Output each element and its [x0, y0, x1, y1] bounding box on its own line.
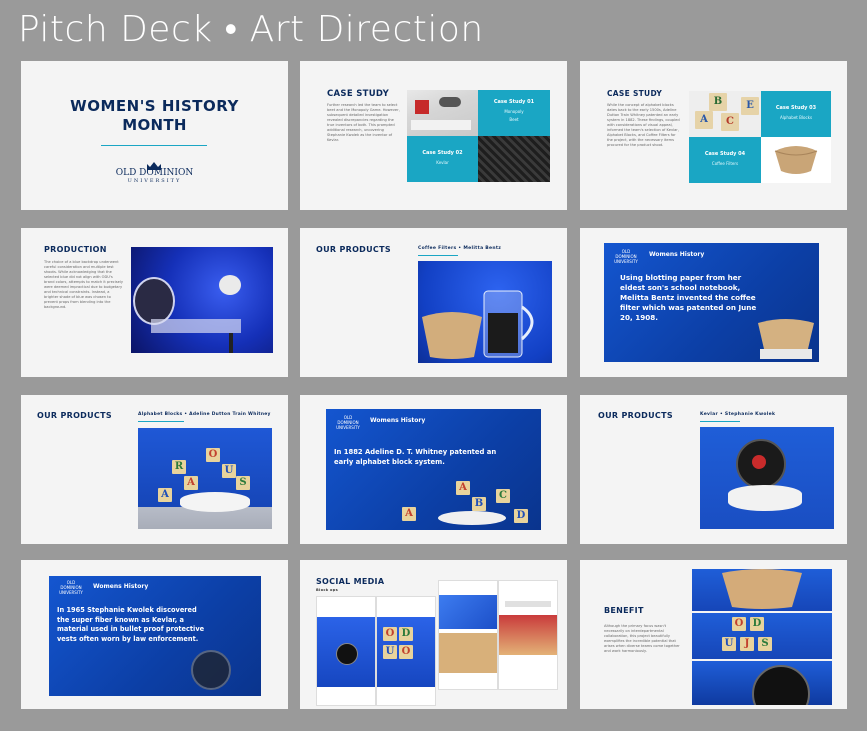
phone-mockup-1 [316, 596, 376, 706]
odu-logo-mini: OLD DOMINION UNIVERSITY [57, 580, 85, 595]
slide-heading: BENEFIT [604, 606, 644, 615]
phone-mockup-4 [498, 580, 558, 690]
coffee-filter-photo [758, 319, 814, 359]
slide-heading: PRODUCTION [44, 245, 107, 254]
phone-mockup-3 [438, 580, 498, 690]
slide-heading: CASE STUDY [327, 89, 390, 99]
slide-social-media[interactable]: SOCIAL MEDIA Block ops O D U O [300, 560, 567, 709]
slide-womens-history-title[interactable]: WOMEN'S HISTORY MONTH OLD DOMINION UNIVE… [21, 61, 288, 210]
slide-production[interactable]: PRODUCTION The choice of a blue backdrop… [21, 228, 288, 377]
slide-subtitle: Coffee Filters • Melitta Bentz [418, 246, 502, 251]
odu-logo-line1: OLD DOMINION [337, 415, 359, 425]
slide-subtitle: Alphabet Blocks • Adeline Dutton Train W… [138, 412, 271, 417]
case-study-03-title: Case Study 03 [775, 105, 817, 111]
odu-logo-line1: OLD DOMINION [115, 168, 194, 178]
slide-benefit[interactable]: BENEFIT Although the primary focus wasn'… [580, 560, 847, 709]
slide-case-study-2[interactable]: CASE STUDY While the concept of alphabet… [580, 61, 847, 210]
slide-our-products-kevlar[interactable]: OUR PRODUCTS Kevlar • Stephanie Kwolek [580, 395, 847, 544]
odu-logo-mini: OLD DOMINION UNIVERSITY [612, 249, 640, 264]
womens-history-label: Womens History [649, 251, 705, 258]
slide-womens-history-whitney[interactable]: OLD DOMINION UNIVERSITY Womens History I… [300, 395, 567, 544]
slide-womens-history-melitta[interactable]: OLD DOMINION UNIVERSITY Womens History U… [580, 228, 847, 377]
kevlar-spool-photo [191, 650, 231, 690]
blue-panel: OLD DOMINION UNIVERSITY Womens History I… [326, 409, 541, 530]
alphabet-blocks-photo: O U R A S A [138, 428, 272, 529]
slide-body: Further research led the team to select … [327, 103, 400, 142]
odu-logo-line2: UNIVERSITY [127, 178, 182, 184]
slide-our-products-blocks[interactable]: OUR PRODUCTS Alphabet Blocks • Adeline D… [21, 395, 288, 544]
case-study-02-title: Case Study 02 [422, 150, 463, 156]
slide-our-products-coffee[interactable]: OUR PRODUCTS Coffee Filters • Melitta Be… [300, 228, 567, 377]
slide-body: Although the primary focus wasn't necess… [604, 624, 680, 653]
subtitle-underline [418, 255, 458, 256]
slide-body: While the concept of alphabet blocks dat… [607, 103, 680, 147]
case-study-02-sub: Kevlar [436, 160, 449, 165]
slide-heading: OUR PRODUCTS [37, 411, 112, 420]
slide-subtitle: Kevlar • Stephanie Kwolek [700, 412, 776, 417]
kevlar-spool-photo [692, 661, 832, 705]
subtitle-underline [700, 421, 740, 422]
case-study-01-sub1: Monopoly [504, 109, 524, 114]
slide-body: The choice of a blue backdrop underwent … [44, 260, 123, 309]
slide-statement: In 1965 Stephanie Kwolek discovered the … [57, 606, 205, 643]
womens-history-label: Womens History [370, 417, 426, 424]
alphabet-blocks-photo: B A C E [689, 91, 761, 137]
coffee-filter-photo [761, 137, 831, 183]
phone-mockup-2: O D U O [376, 596, 436, 706]
coffee-filter-photo [418, 261, 552, 363]
slide-womens-history-kwolek[interactable]: OLD DOMINION UNIVERSITY Womens History I… [21, 560, 288, 709]
monopoly-beet-photo [407, 90, 478, 136]
case-study-04-title: Case Study 04 [704, 151, 746, 157]
case-study-02-tile[interactable]: Case Study 02 Kevlar [407, 136, 478, 182]
coffee-filter-photo [692, 569, 832, 611]
blue-studio-photo [131, 247, 273, 353]
subtitle-underline [138, 421, 184, 422]
odu-logo-line1: OLD DOMINION [60, 580, 82, 590]
page-title: Pitch Deck • Art Direction [18, 9, 484, 50]
title-divider [101, 145, 207, 146]
case-study-01-sub2: Beet [509, 117, 519, 122]
blue-panel: OLD DOMINION UNIVERSITY Womens History U… [604, 243, 819, 362]
slide-statement: Using blotting paper from her eldest son… [620, 273, 757, 322]
odu-logo-line1: OLD DOMINION [615, 249, 637, 259]
case-study-03-tile[interactable]: Case Study 03 Alphabet Blocks [761, 91, 831, 137]
slide-heading: SOCIAL MEDIA [316, 577, 385, 586]
odu-logo-mini: OLD DOMINION UNIVERSITY [334, 415, 362, 430]
slide-title-line1: WOMEN'S HISTORY [70, 97, 239, 115]
slide-heading: OUR PRODUCTS [598, 411, 673, 420]
odu-logo-line2: UNIVERSITY [59, 590, 83, 595]
womens-history-label: Womens History [93, 583, 149, 590]
kevlar-spool-photo [700, 427, 834, 529]
blue-panel: OLD DOMINION UNIVERSITY Womens History I… [49, 576, 261, 696]
case-study-03-sub: Alphabet Blocks [779, 115, 813, 120]
slide-case-study-1[interactable]: CASE STUDY Further research led the team… [300, 61, 567, 210]
case-study-04-sub: Coffee Filters [711, 161, 739, 166]
case-study-01-title: Case Study 01 [493, 99, 535, 105]
slide-heading: CASE STUDY [607, 89, 663, 98]
case-study-04-tile[interactable]: Case Study 04 Coffee Filters [689, 137, 761, 183]
crown-icon [146, 156, 162, 170]
slide-statement: In 1882 Adeline D. T. Whitney patented a… [334, 448, 497, 466]
odu-logo-line2: UNIVERSITY [614, 259, 638, 264]
kevlar-texture-photo [478, 136, 550, 182]
slide-title-line2: MONTH [122, 116, 187, 134]
case-study-01-tile[interactable]: Case Study 01 Monopoly Beet [478, 90, 550, 136]
slide-heading: OUR PRODUCTS [316, 245, 391, 254]
alphabet-blocks-photo: O D U J S [692, 613, 832, 659]
odu-logo-line2: UNIVERSITY [336, 425, 360, 430]
slide-subtitle: Block ops [316, 588, 339, 592]
